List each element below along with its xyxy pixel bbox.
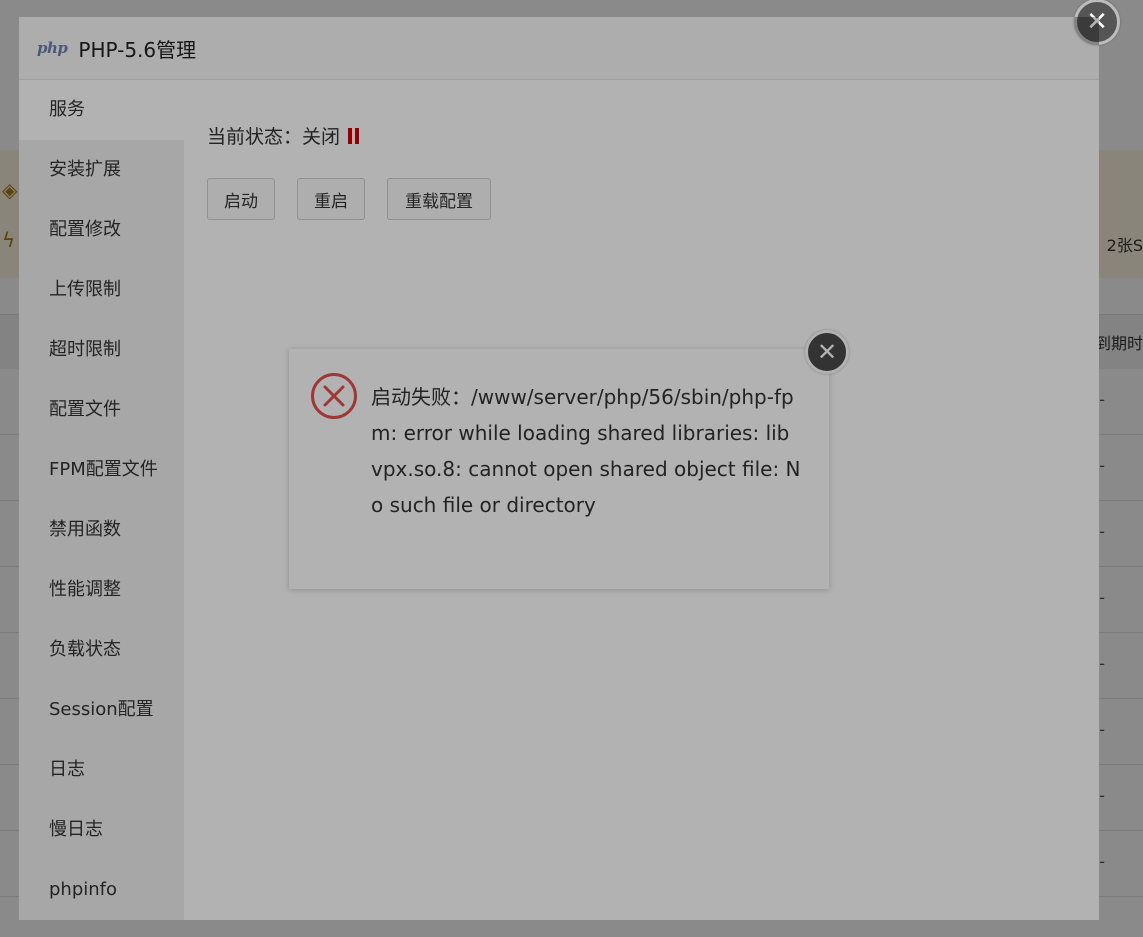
close-icon[interactable]: ✕ (1074, 0, 1120, 45)
modal-title: PHP-5.6管理 (78, 37, 197, 62)
status-value: 关闭 (302, 126, 341, 148)
pause-icon (348, 127, 360, 144)
sidebar-item-performance-tuning[interactable]: 性能调整 (19, 560, 184, 620)
start-button[interactable]: 启动 (207, 178, 275, 220)
sidebar: 服务 安装扩展 配置修改 上传限制 超时限制 配置文件 FPM配置文件 禁用函数… (19, 80, 184, 920)
restart-button[interactable]: 重启 (297, 178, 365, 220)
reload-config-button[interactable]: 重载配置 (387, 178, 491, 220)
service-status: 当前状态： 关闭 (207, 122, 360, 149)
sidebar-item-load-status[interactable]: 负载状态 (19, 620, 184, 680)
error-dialog: 启动失败：/www/server/php/56/sbin/php-fpm: er… (289, 349, 829, 589)
dialog-close-icon[interactable]: ✕ (805, 330, 849, 374)
sidebar-item-fpm-config-file[interactable]: FPM配置文件 (19, 440, 184, 500)
sidebar-item-slow-log[interactable]: 慢日志 (19, 800, 184, 860)
modal-header: php PHP-5.6管理 (19, 17, 1099, 80)
sidebar-item-timeout-limit[interactable]: 超时限制 (19, 320, 184, 380)
sidebar-item-disabled-functions[interactable]: 禁用函数 (19, 500, 184, 560)
sidebar-item-config-edit[interactable]: 配置修改 (19, 200, 184, 260)
sidebar-item-session-config[interactable]: Session配置 (19, 680, 184, 740)
sidebar-item-phpinfo[interactable]: phpinfo (19, 860, 184, 920)
error-message: 启动失败：/www/server/php/56/sbin/php-fpm: er… (371, 385, 801, 517)
sidebar-item-upload-limit[interactable]: 上传限制 (19, 260, 184, 320)
php-logo: php (37, 39, 68, 57)
sidebar-item-install-extension[interactable]: 安装扩展 (19, 140, 184, 200)
status-label: 当前状态： (207, 126, 303, 148)
error-icon (311, 373, 357, 419)
sidebar-item-log[interactable]: 日志 (19, 740, 184, 800)
service-actions: 启动 重启 重载配置 (207, 178, 491, 220)
sidebar-item-config-file[interactable]: 配置文件 (19, 380, 184, 440)
sidebar-item-service[interactable]: 服务 (19, 80, 184, 140)
